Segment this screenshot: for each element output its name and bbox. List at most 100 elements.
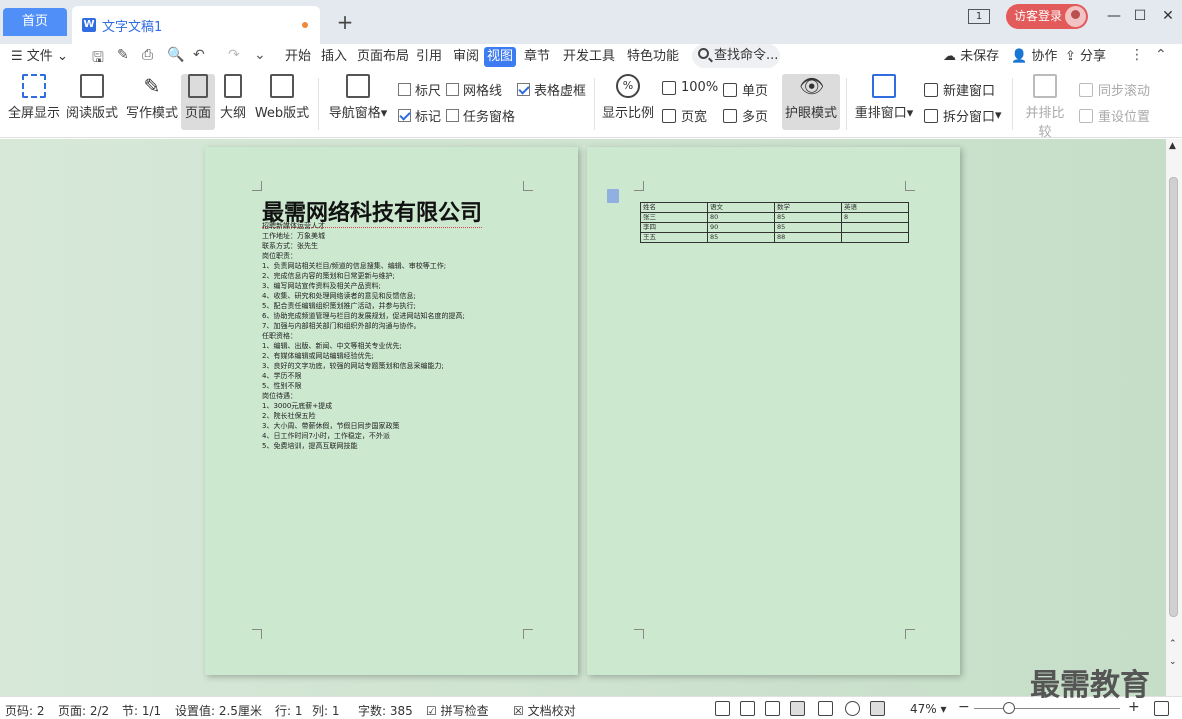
prev-page-icon[interactable]: ⌃: [1169, 639, 1177, 649]
redo-icon[interactable]: ↷: [228, 47, 240, 63]
web-layout-button[interactable]: Web版式: [254, 74, 310, 121]
table-cell[interactable]: 语文: [707, 202, 775, 213]
menu-special[interactable]: 特色功能: [624, 47, 682, 67]
page-view-status-icon[interactable]: [790, 701, 805, 716]
menu-view[interactable]: 视图: [484, 47, 517, 67]
undo-icon[interactable]: ↶: [193, 47, 205, 63]
mark-checkbox[interactable]: 标记: [398, 106, 441, 125]
score-table[interactable]: 姓名 语文 数学 英语 张三 80 85 8 李四 90 85 王五 85 88: [640, 202, 909, 243]
gridline-checkbox[interactable]: 网格线: [446, 80, 502, 99]
multi-page-button[interactable]: 多页: [723, 106, 768, 125]
document-line[interactable]: 招聘新媒体运营人才: [262, 221, 465, 231]
table-cell[interactable]: 80: [707, 212, 775, 223]
document-line[interactable]: 岗位职责：: [262, 251, 465, 261]
table-row[interactable]: 张三 80 85 8: [640, 212, 909, 223]
collaborate-button[interactable]: 👤 协作: [1008, 47, 1060, 67]
table-cell[interactable]: 90: [707, 222, 775, 233]
read-mode-button[interactable]: 阅读版式: [66, 74, 118, 121]
single-page-button[interactable]: 单页: [723, 80, 768, 99]
zoom-ratio-button[interactable]: % 显示比例: [602, 74, 654, 121]
status-setting[interactable]: 设置值: 2.5厘米: [175, 702, 262, 719]
table-cell[interactable]: 85: [774, 212, 842, 223]
table-cell[interactable]: 85: [707, 232, 775, 243]
table-cell[interactable]: 姓名: [640, 202, 708, 213]
ruler-checkbox[interactable]: 标尺: [398, 80, 441, 99]
more-icon[interactable]: ⋮: [1130, 47, 1144, 63]
menu-chapter[interactable]: 章节: [521, 47, 553, 67]
file-menu[interactable]: ☰ 文件 ⌄: [8, 47, 71, 67]
rearrange-window-button[interactable]: 重排窗口▾: [854, 74, 914, 121]
page-view-button[interactable]: 页面: [181, 74, 215, 130]
next-page-icon[interactable]: ⌄: [1169, 657, 1177, 667]
table-cell[interactable]: 8: [841, 212, 909, 223]
table-cell[interactable]: 88: [774, 232, 842, 243]
table-row[interactable]: 李四 90 85: [640, 222, 909, 233]
customize-chevron-down-icon[interactable]: ⌄: [254, 47, 266, 63]
document-line[interactable]: 4、学历不限: [262, 371, 465, 381]
document-line[interactable]: 岗位待遇：: [262, 391, 465, 401]
document-line[interactable]: 5、配合责任编辑组织策划推广活动，并参与执行;: [262, 301, 465, 311]
document-line[interactable]: 工作地址：万象美城: [262, 231, 465, 241]
window-count-indicator[interactable]: 1: [968, 9, 990, 24]
table-handle-icon[interactable]: [607, 189, 619, 203]
document-page-2[interactable]: 姓名 语文 数学 英语 张三 80 85 8 李四 90 85 王五 85 88: [587, 147, 960, 675]
split-window-button[interactable]: 拆分窗口 ▾: [924, 106, 1002, 125]
document-line[interactable]: 2、有媒体编辑或网站编辑经验优先;: [262, 351, 465, 361]
status-pages[interactable]: 页面: 2/2: [58, 702, 109, 719]
document-line[interactable]: 3、良好的文字功底，较强的网站专题策划和信息采编能力;: [262, 361, 465, 371]
document-line[interactable]: 联系方式：张先生: [262, 241, 465, 251]
outline-button[interactable]: 大纲: [219, 74, 247, 121]
document-page-1[interactable]: 最需网络科技有限公司 招聘新媒体运营人才 工作地址：万象美城 联系方式：张先生 岗位职…: [205, 147, 578, 675]
vertical-scrollbar[interactable]: ▲ ⌃ ⌄: [1166, 139, 1182, 696]
task-pane-checkbox[interactable]: 任务窗格: [446, 106, 515, 125]
print-icon[interactable]: ⎙: [142, 47, 153, 63]
spell-check-button[interactable]: ☑ 拼写检查: [426, 702, 489, 719]
document-line[interactable]: 1、3000元底薪+提成: [262, 401, 465, 411]
menu-layout[interactable]: 页面布局: [354, 47, 412, 67]
write-mode-status-icon[interactable]: [765, 701, 780, 716]
document-line[interactable]: 7、加强与内部相关部门和组织外部的沟通与协作。: [262, 321, 465, 331]
table-cell[interactable]: 英语: [841, 202, 909, 213]
tab-home[interactable]: 首页: [3, 8, 67, 36]
document-workspace[interactable]: 最需网络科技有限公司 招聘新媒体运营人才 工作地址：万象美城 联系方式：张先生 岗位职…: [0, 139, 1166, 696]
document-line[interactable]: 5、性别不限: [262, 381, 465, 391]
menu-insert[interactable]: 插入: [318, 47, 350, 67]
save-icon[interactable]: 🖫: [92, 47, 104, 71]
status-words[interactable]: 字数: 385: [358, 702, 413, 719]
document-line[interactable]: 3、大小周、带薪休假，节假日同步国家政策: [262, 421, 465, 431]
table-cell[interactable]: 张三: [640, 212, 708, 223]
table-grid-checkbox[interactable]: 表格虚框: [517, 80, 586, 99]
document-line[interactable]: 1、负责网站相关栏目/频道的信息搜集、编辑、审校等工作;: [262, 261, 465, 271]
table-cell[interactable]: [841, 222, 909, 233]
scroll-up-icon[interactable]: ▲: [1169, 141, 1176, 151]
new-tab-button[interactable]: +: [334, 10, 356, 34]
document-line[interactable]: 4、收集、研究和处理网络读者的意见和反馈信息;: [262, 291, 465, 301]
collapse-ribbon-icon[interactable]: ⌃: [1155, 47, 1167, 63]
web-status-icon[interactable]: [845, 701, 860, 716]
menu-review[interactable]: 审阅: [450, 47, 482, 67]
cloud-save-button[interactable]: ☁ 未保存: [940, 47, 1002, 67]
status-section[interactable]: 节: 1/1: [122, 702, 161, 719]
fullscreen-status-icon[interactable]: [715, 701, 730, 716]
document-line[interactable]: 4、日工作时间7小时，工作稳定，不外派: [262, 431, 465, 441]
reset-position-button[interactable]: 重设位置: [1079, 106, 1150, 125]
table-row[interactable]: 王五 85 88: [640, 232, 909, 243]
document-line[interactable]: 6、协助完成频道管理与栏目的发展规划，促进网站知名度的提高;: [262, 311, 465, 321]
minimize-button[interactable]: —: [1104, 6, 1124, 26]
outline-status-icon[interactable]: [818, 701, 833, 716]
zoom-level[interactable]: 47% ▾: [910, 702, 947, 716]
table-cell[interactable]: 李四: [640, 222, 708, 233]
sync-scroll-button[interactable]: 同步滚动: [1079, 80, 1150, 99]
zoom-slider-track[interactable]: [974, 708, 1120, 709]
document-line[interactable]: 2、院长社保五险: [262, 411, 465, 421]
document-line[interactable]: 任职资格：: [262, 331, 465, 341]
status-col[interactable]: 列: 1: [312, 702, 340, 719]
table-cell[interactable]: 数学: [774, 202, 842, 213]
new-window-button[interactable]: 新建窗口: [924, 80, 995, 99]
menu-home[interactable]: 开始: [282, 47, 314, 67]
status-row[interactable]: 行: 1: [275, 702, 303, 719]
zoom-slider-knob[interactable]: [1003, 702, 1015, 714]
guest-login-button[interactable]: 访客登录: [1006, 4, 1088, 29]
nav-pane-button[interactable]: 导航窗格▾: [328, 74, 388, 121]
page-width-button[interactable]: 页宽: [662, 106, 707, 125]
